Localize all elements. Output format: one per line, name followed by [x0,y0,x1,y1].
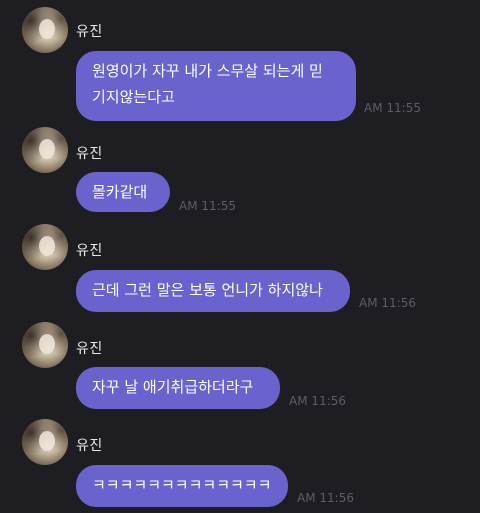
avatar[interactable] [22,224,68,270]
avatar[interactable] [22,419,68,465]
message-line: 몰카같대 [92,183,148,201]
message-line: 기지않는다고 [92,88,175,106]
sender-name: 유진 [76,341,103,357]
avatar[interactable] [22,127,68,173]
message-timestamp: AM 11:55 [179,199,236,213]
avatar[interactable] [22,7,68,53]
sender-name: 유진 [76,243,103,259]
message-bubble[interactable]: 자꾸 날 애기취급하더라구 [76,367,280,409]
message-bubble[interactable]: 몰카같대 [76,172,170,212]
message-timestamp: AM 11:56 [359,296,416,310]
message-timestamp: AM 11:56 [297,491,354,505]
message-line: ㅋㅋㅋㅋㅋㅋㅋㅋㅋㅋㅋㅋㅋ [92,476,272,494]
avatar[interactable] [22,322,68,368]
sender-name: 유진 [76,438,103,454]
sender-name: 유진 [76,146,103,162]
message-line: 자꾸 날 애기취급하더라구 [92,378,254,396]
message-line: 원영이가 자꾸 내가 스무살 되는게 믿 [92,62,323,80]
message-timestamp: AM 11:56 [289,394,346,408]
message-timestamp: AM 11:55 [364,101,421,115]
chat-thread: 유진 원영이가 자꾸 내가 스무살 되는게 믿 기지않는다고 AM 11:55 … [0,0,480,513]
message-bubble[interactable]: ㅋㅋㅋㅋㅋㅋㅋㅋㅋㅋㅋㅋㅋ [76,465,288,507]
message-line: 근데 그런 말은 보통 언니가 하지않나 [92,281,323,299]
message-bubble[interactable]: 원영이가 자꾸 내가 스무살 되는게 믿 기지않는다고 [76,51,356,121]
message-bubble[interactable]: 근데 그런 말은 보통 언니가 하지않나 [76,270,350,312]
sender-name: 유진 [76,24,103,40]
